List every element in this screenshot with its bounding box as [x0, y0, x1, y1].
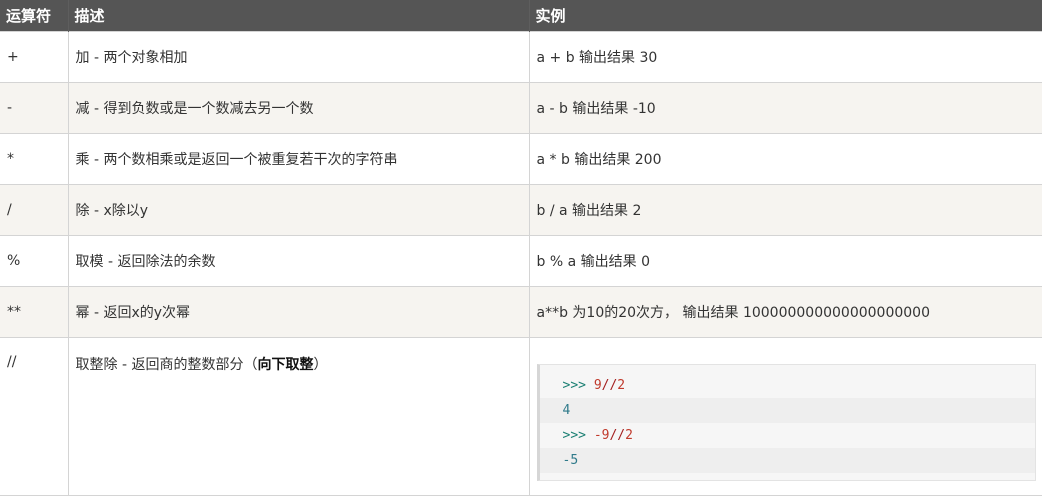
example-cell: >>> 9//2 4 >>> -9//2 -5 [528, 336, 1042, 496]
operator-cell: // [0, 336, 69, 496]
code-number: 2 [625, 427, 633, 443]
description-text: 取整除 - 返回商的整数部分（ [75, 356, 258, 373]
table-header-row: 运算符 描述 实例 [0, 0, 1042, 31]
operator-cell: - [0, 81, 69, 134]
description-cell: 乘 - 两个数相乘或是返回一个被重复若干次的字符串 [67, 132, 530, 185]
operators-table: 运算符 描述 实例 + 加 - 两个对象相加 a + b 输出结果 30 - 减… [0, 0, 1042, 496]
header-description: 描述 [68, 0, 530, 31]
operator-cell: ** [0, 285, 69, 338]
code-line: 4 [539, 397, 1035, 423]
description-cell: 取模 - 返回除法的余数 [67, 234, 530, 287]
code-number: 9 [593, 377, 602, 393]
table-row: % 取模 - 返回除法的余数 b % a 输出结果 0 [0, 234, 1042, 287]
code-operator: // [601, 377, 618, 393]
code-line: >>> -9//2 [540, 423, 1035, 448]
example-cell: b / a 输出结果 2 [528, 183, 1042, 236]
table-row: ** 幂 - 返回x的y次幂 a**b 为10的20次方， 输出结果 10000… [0, 285, 1042, 338]
table-row: - 减 - 得到负数或是一个数减去另一个数 a - b 输出结果 -10 [0, 81, 1042, 134]
description-cell: 减 - 得到负数或是一个数减去另一个数 [67, 81, 530, 134]
table-row: * 乘 - 两个数相乘或是返回一个被重复若干次的字符串 a * b 输出结果 2… [0, 132, 1042, 185]
header-operator: 运算符 [0, 0, 69, 31]
operator-cell: / [0, 183, 69, 236]
description-cell: 取整除 - 返回商的整数部分（向下取整） [67, 336, 530, 496]
example-cell: a**b 为10的20次方， 输出结果 10000000000000000000… [528, 285, 1042, 338]
code-prompt: >>> [562, 377, 586, 393]
description-emphasis: 向下取整 [257, 356, 314, 373]
code-number: 2 [617, 377, 626, 393]
code-output: 4 [562, 402, 571, 418]
code-line: -5 [539, 447, 1035, 473]
example-cell: b % a 输出结果 0 [528, 234, 1042, 287]
description-cell: 加 - 两个对象相加 [67, 30, 530, 83]
code-prompt: >>> [562, 427, 586, 443]
operator-cell: % [0, 234, 69, 287]
table-row: / 除 - x除以y b / a 输出结果 2 [0, 183, 1042, 236]
description-cell: 除 - x除以y [67, 183, 530, 236]
code-output: -5 [562, 452, 579, 468]
description-text-end: ） [313, 356, 328, 373]
table-row: // 取整除 - 返回商的整数部分（向下取整） >>> 9//2 4 >>> -… [0, 336, 1042, 496]
description-cell: 幂 - 返回x的y次幂 [67, 285, 530, 338]
code-line: >>> 9//2 [540, 373, 1035, 398]
table-row: + 加 - 两个对象相加 a + b 输出结果 30 [0, 30, 1042, 83]
operator-cell: + [0, 30, 69, 83]
example-cell: a + b 输出结果 30 [528, 30, 1042, 83]
example-cell: a * b 输出结果 200 [528, 132, 1042, 185]
example-cell: a - b 输出结果 -10 [528, 81, 1042, 134]
code-number: -9 [593, 427, 610, 443]
operator-cell: * [0, 132, 69, 185]
header-example: 实例 [529, 0, 1042, 31]
code-block: >>> 9//2 4 >>> -9//2 -5 [536, 363, 1036, 481]
code-operator: // [609, 427, 626, 443]
